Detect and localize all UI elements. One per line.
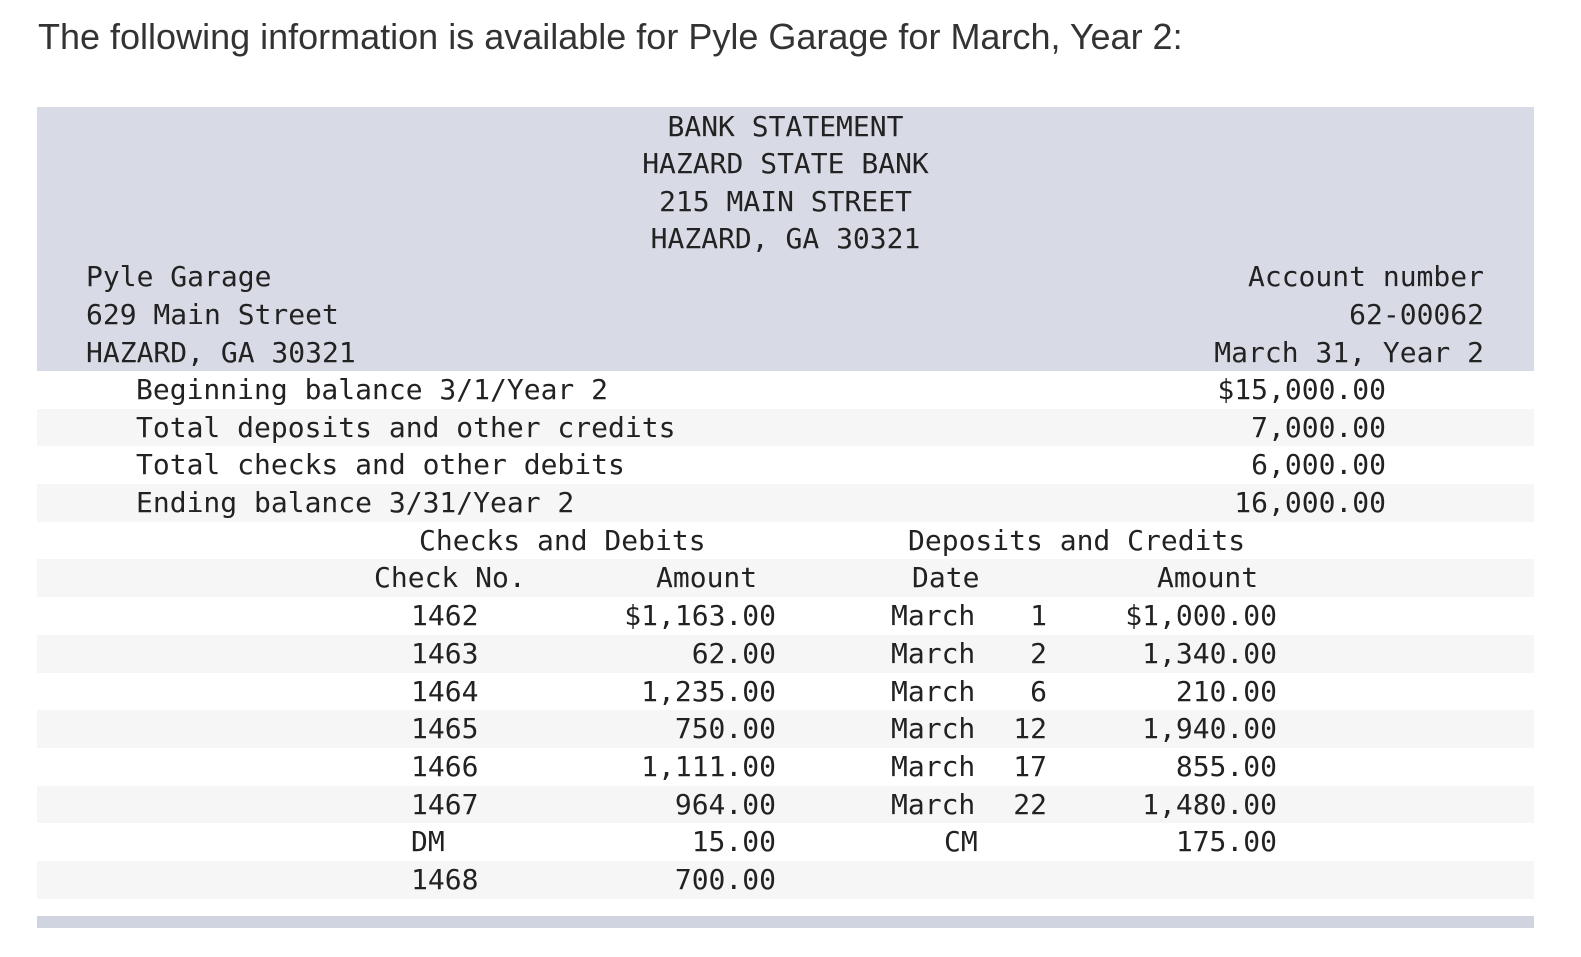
summary-value: 16,000.00 [1234,486,1386,520]
customer-name: Pyle Garage [86,260,272,293]
statement-title: BANK STATEMENT [667,110,904,143]
detail-row: DM 15.00 CM 175.00 [37,823,1534,861]
deposit-amount: 855.00 [1175,749,1277,783]
detail-row: 1467 964.00 March 22 1,480.00 [37,785,1534,824]
check-number: DM [411,825,445,859]
summary-value: 6,000.00 [1251,448,1386,482]
deposit-month: March [891,599,976,633]
deposit-month: March [891,787,976,821]
intro-text: The following information is available f… [38,16,1183,57]
check-number: 1463 [411,636,479,670]
summary-label: Beginning balance 3/1/Year 2 [136,373,609,406]
section-titles-row: Checks and Debits Deposits and Credits [37,522,1534,560]
bank-city: HAZARD, GA 30321 [650,222,921,255]
detail-row: 1468 700.00 [37,860,1534,899]
check-number: 1462 [411,599,479,633]
deposit-day: 22 [1013,787,1047,821]
account-label: Account number [1247,260,1484,293]
deposit-month: March [891,674,976,708]
deposit-day: 1 [1030,599,1047,633]
deposit-day: 2 [1030,636,1047,670]
deposit-day: 17 [1013,749,1047,783]
check-amount: $1,163.00 [624,599,776,633]
customer-city: HAZARD, GA 30321 [86,336,356,369]
checks-section-title: Checks and Debits [419,523,706,557]
summary-row: Ending balance 3/31/Year 2 16,000.00 [37,484,1534,522]
deposit-amount: 175.00 [1175,825,1277,859]
deposit-amount: 210.00 [1175,674,1277,708]
summary-label: Total checks and other debits [136,448,625,482]
account-number: 62-00062 [1349,298,1484,331]
check-amount: 62.00 [691,636,776,670]
customer-street: 629 Main Street [86,298,339,331]
check-number: 1464 [411,674,479,708]
column-header-row: Check No. Amount Date Amount [37,559,1534,598]
check-amount: 964.00 [674,787,776,821]
deposit-date: CM [944,825,978,859]
bank-street: 215 MAIN STREET [659,185,912,218]
deposit-month: March [891,749,976,783]
deposit-month: March [891,636,976,670]
deposit-amount: 1,340.00 [1142,636,1277,670]
summary-row: Beginning balance 3/1/Year 2 $15,000.00 [37,371,1534,409]
statement-footer-bar [37,915,1534,928]
check-amount: 700.00 [674,862,776,896]
deposit-amount-header: Amount [1157,561,1259,595]
detail-row: 1464 1,235.00 March 6 210.00 [37,673,1534,711]
detail-row: 1465 750.00 March 12 1,940.00 [37,710,1534,748]
detail-row: 1466 1,111.00 March 17 855.00 [37,748,1534,786]
check-amount-header: Amount [656,561,758,595]
date-header: Date [912,561,980,595]
check-amount: 15.00 [691,825,776,859]
deposit-month: March [891,712,976,746]
check-amount: 750.00 [674,712,776,746]
check-amount: 1,235.00 [641,674,776,708]
check-no-header: Check No. [374,561,526,595]
deposit-day: 6 [1030,674,1047,708]
summary-label: Total deposits and other credits [136,410,676,444]
summary-row: Total checks and other debits 6,000.00 [37,446,1534,484]
deposits-section-title: Deposits and Credits [908,523,1246,557]
check-number: 1468 [411,862,479,896]
detail-row: 1462 $1,163.00 March 1 $1,000.00 [37,597,1534,635]
check-number: 1465 [411,712,479,746]
summary-value: $15,000.00 [1217,373,1386,406]
summary-label: Ending balance 3/31/Year 2 [136,486,575,520]
summary-row: Total deposits and other credits 7,000.00 [37,408,1534,447]
check-amount: 1,111.00 [641,749,776,783]
bank-name: HAZARD STATE BANK [642,147,929,180]
deposit-amount: 1,480.00 [1142,787,1277,821]
summary-value: 7,000.00 [1251,410,1386,444]
summary-section: Beginning balance 3/1/Year 2 $15,000.00 To… [37,371,1534,522]
check-number: 1466 [411,749,479,783]
statement-date: March 31, Year 2 [1214,336,1484,369]
detail-table: 1462 $1,163.00 March 1 $1,000.00 1463 62.00 Mar… [37,597,1534,899]
detail-row: 1463 62.00 March 2 1,340.00 [37,634,1534,673]
deposit-amount: $1,000.00 [1125,599,1277,633]
deposit-amount: 1,940.00 [1142,712,1277,746]
check-number: 1467 [411,787,479,821]
statement-header: BANK STATEMENT HAZARD STATE BANK 215 MAI… [37,107,1534,371]
deposit-day: 12 [1013,712,1047,746]
bank-statement: BANK STATEMENT HAZARD STATE BANK 215 MAI… [37,107,1534,928]
